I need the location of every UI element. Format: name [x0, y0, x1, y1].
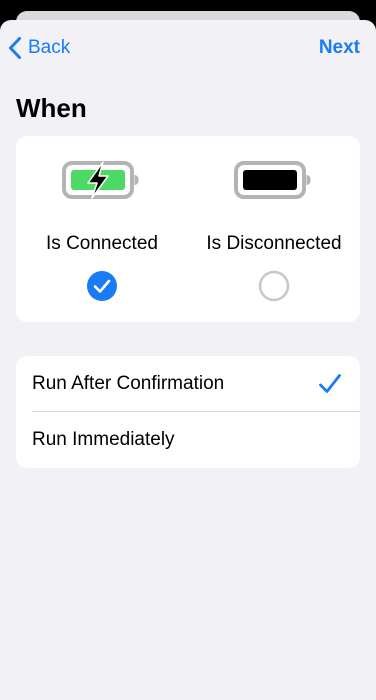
- chevron-left-icon: [9, 37, 21, 59]
- back-label: Back: [28, 37, 71, 58]
- back-button[interactable]: Back: [8, 30, 70, 66]
- option-label: Is Connected: [46, 233, 158, 254]
- row-label: Run After Confirmation: [32, 373, 225, 394]
- section-title: When: [16, 93, 87, 123]
- row-label: Run Immediately: [32, 429, 175, 450]
- run-mode-card: Run After Confirmation Run Immediately: [16, 356, 360, 468]
- trigger-card: Is Connected Is Disconnected: [16, 136, 360, 322]
- run-immediately-row[interactable]: Run Immediately: [16, 412, 360, 468]
- run-after-confirmation-row[interactable]: Run After Confirmation: [16, 356, 360, 412]
- next-button[interactable]: Next: [319, 30, 360, 66]
- battery-charging-icon: [62, 161, 139, 199]
- navigation-bar: Back Next: [0, 30, 376, 66]
- option-is-connected[interactable]: Is Connected: [16, 136, 188, 322]
- unchecked-circle-icon[interactable]: [258, 270, 290, 302]
- automation-sheet: Back Next When Is Connected Is Disconnec…: [0, 20, 376, 700]
- checkmark-icon: [319, 374, 341, 393]
- checked-circle-icon[interactable]: [86, 270, 118, 302]
- option-label: Is Disconnected: [206, 233, 342, 254]
- option-is-disconnected[interactable]: Is Disconnected: [188, 136, 360, 322]
- battery-full-icon: [234, 161, 311, 199]
